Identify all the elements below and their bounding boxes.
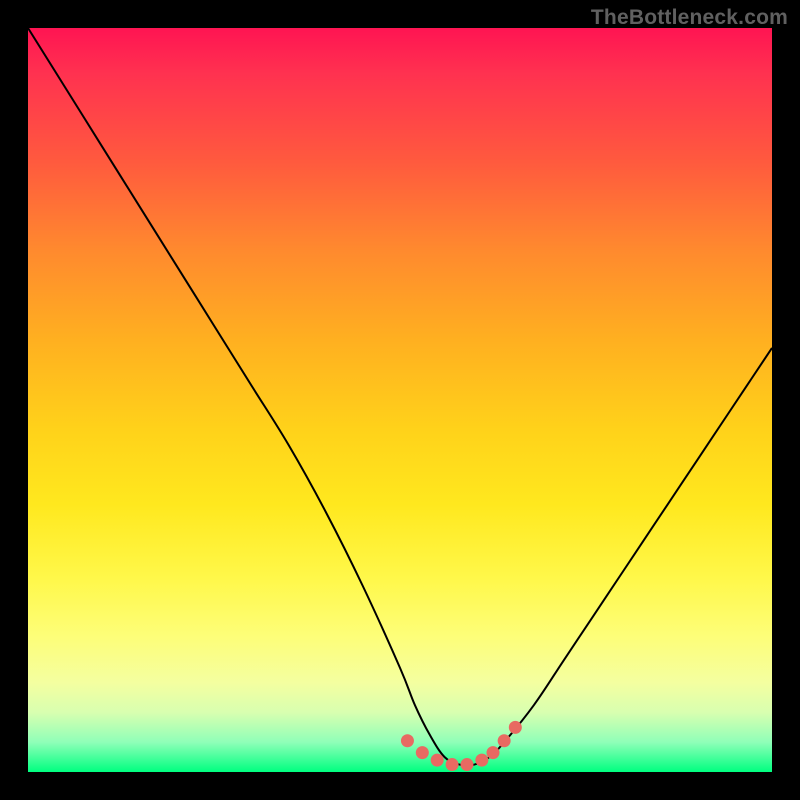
watermark-text: TheBottleneck.com bbox=[591, 6, 788, 30]
bottleneck-curve-line bbox=[28, 28, 772, 766]
chart-plot-area bbox=[28, 28, 772, 772]
minimum-marker-dots bbox=[401, 721, 522, 771]
chart-svg bbox=[28, 28, 772, 772]
